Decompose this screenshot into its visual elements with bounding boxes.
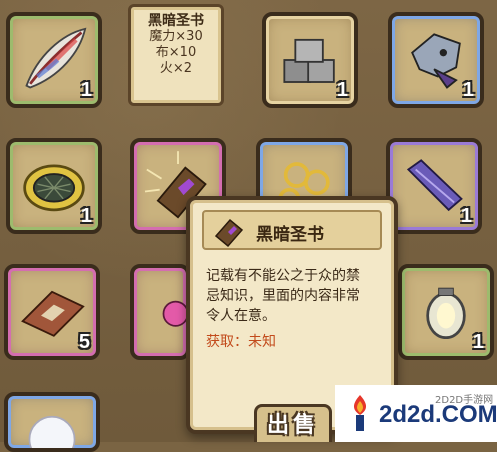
description-line: 记载有不能公之于众的禁 (206, 268, 360, 284)
tooltip-item-name: 黑暗圣书 (256, 225, 324, 245)
slot-count: 1 (462, 79, 474, 101)
description-line: 令人在意。 (206, 308, 276, 324)
recipe-title: 黑暗圣书 (148, 13, 204, 29)
slot-crystal-bar[interactable]: 1 (386, 138, 482, 234)
slot-count: 1 (336, 79, 348, 101)
slot-leather-scroll[interactable]: 5 (4, 264, 100, 360)
slot-count: 1 (460, 205, 472, 227)
recipe-ingredient: 布×10 (155, 45, 197, 60)
slot-lantern[interactable]: 1 (398, 264, 494, 360)
slot-snowball[interactable] (4, 392, 100, 452)
tooltip-description: 记载有不能公之于众的禁 忌知识，里面的内容非常 令人在意。 (206, 266, 390, 326)
tooltip-header: 黑暗圣书 (202, 210, 382, 250)
slot-feather[interactable]: 1 (6, 12, 102, 108)
dark-book-icon (214, 218, 244, 248)
tooltip-source: 获取：未知 (206, 334, 276, 350)
slot-nest[interactable]: 1 (6, 138, 102, 234)
slot-dragon-helmet[interactable]: 1 (388, 12, 484, 108)
slot-count: 1 (80, 79, 92, 101)
torch-logo-icon (353, 395, 367, 431)
recipe-ingredient: 魔力×30 (149, 29, 203, 44)
recipe-ingredient: 火×2 (159, 61, 193, 76)
slot-count: 5 (78, 331, 90, 353)
snowball-icon (28, 415, 76, 448)
watermark-text: 2d2d.COM (379, 401, 497, 428)
slot-stones[interactable]: 1 (262, 12, 358, 108)
recipe-scroll: 黑暗圣书 魔力×30 布×10 火×2 (128, 4, 224, 106)
slot-count: 1 (472, 331, 484, 353)
pink-orb-icon (162, 300, 186, 327)
watermark: 2D2D手游网 2d2d.COM (335, 385, 497, 442)
description-line: 忌知识，里面的内容非常 (206, 288, 360, 304)
slot-count: 1 (80, 205, 92, 227)
inventory-board: 1 黑暗圣书 魔力×30 布×10 火×2 1 1 1 1 5 1 黑暗圣书 记… (0, 0, 497, 452)
slot-partial[interactable] (130, 264, 190, 360)
sell-button[interactable]: 出售 (254, 404, 332, 442)
